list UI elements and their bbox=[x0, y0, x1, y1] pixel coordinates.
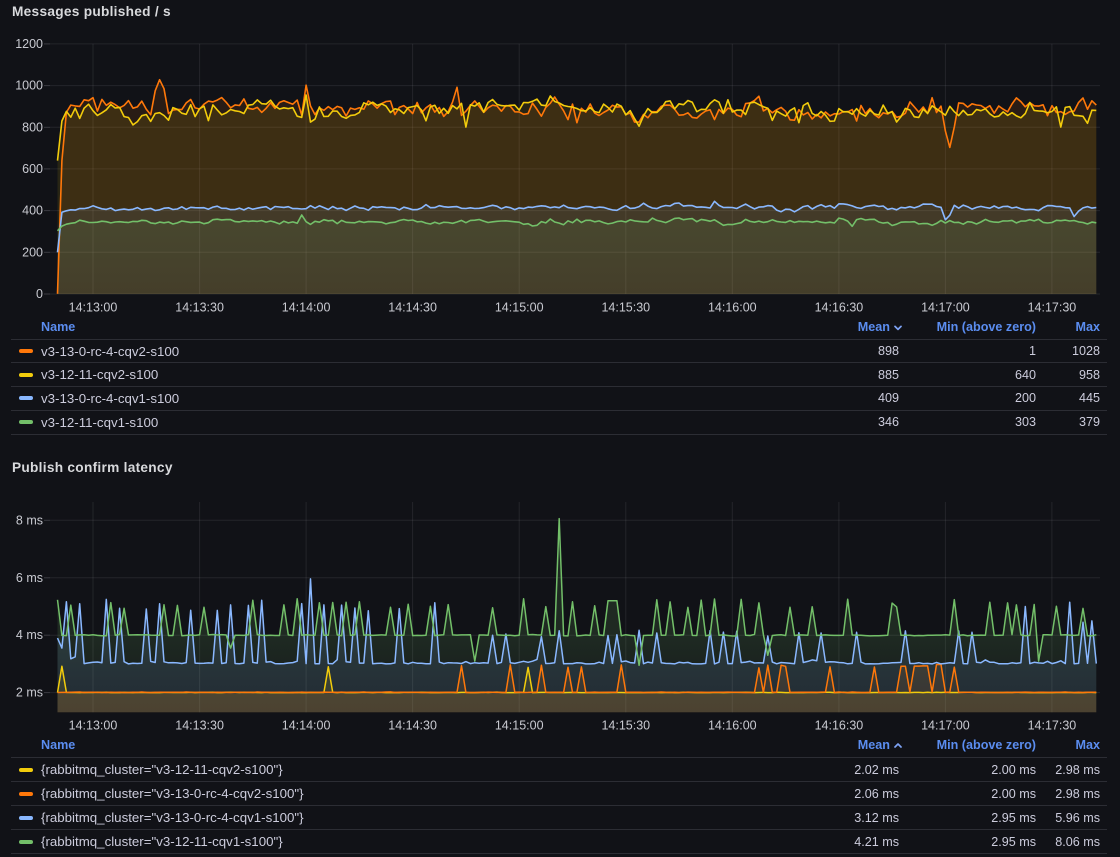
svg-text:14:14:30: 14:14:30 bbox=[388, 719, 437, 733]
svg-text:14:14:00: 14:14:00 bbox=[282, 719, 331, 733]
svg-text:14:16:30: 14:16:30 bbox=[815, 719, 864, 733]
svg-text:2 ms: 2 ms bbox=[16, 686, 43, 700]
svg-text:14:17:30: 14:17:30 bbox=[1028, 719, 1077, 733]
svg-text:14:17:00: 14:17:00 bbox=[921, 719, 970, 733]
svg-text:1000: 1000 bbox=[15, 79, 43, 93]
svg-text:14:16:00: 14:16:00 bbox=[708, 719, 757, 733]
svg-text:1200: 1200 bbox=[15, 37, 43, 51]
svg-text:6 ms: 6 ms bbox=[16, 571, 43, 585]
svg-text:4 ms: 4 ms bbox=[16, 628, 43, 642]
svg-text:14:15:30: 14:15:30 bbox=[601, 719, 650, 733]
svg-text:8 ms: 8 ms bbox=[16, 513, 43, 527]
svg-text:14:13:00: 14:13:00 bbox=[69, 719, 118, 733]
svg-text:14:13:30: 14:13:30 bbox=[175, 719, 224, 733]
svg-text:14:15:00: 14:15:00 bbox=[495, 719, 544, 733]
